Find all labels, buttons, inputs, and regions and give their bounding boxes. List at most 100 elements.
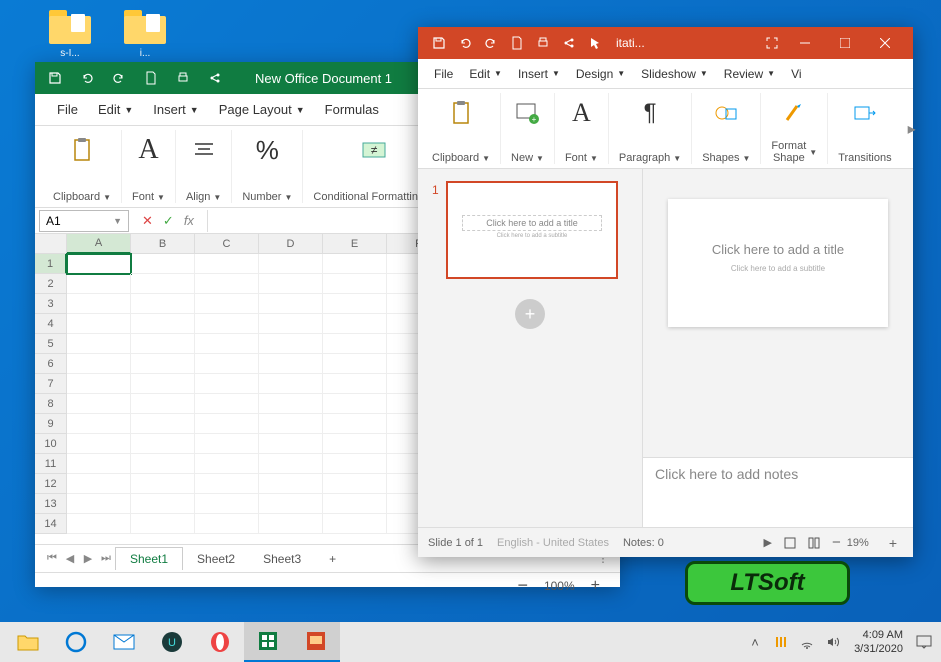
grid-cell[interactable] (323, 414, 387, 434)
menu-page-layout[interactable]: Page Layout▼ (209, 96, 315, 123)
grid-cell[interactable] (323, 454, 387, 474)
zoom-out-button[interactable]: − (832, 534, 841, 551)
zoom-out-button[interactable]: − (517, 575, 528, 596)
grid-cell[interactable] (195, 314, 259, 334)
menu-file[interactable]: File (426, 62, 461, 86)
grid-cell[interactable] (131, 414, 195, 434)
grid-cell[interactable] (259, 434, 323, 454)
grid-cell[interactable] (259, 374, 323, 394)
grid-cell[interactable] (323, 374, 387, 394)
grid-cell[interactable] (131, 474, 195, 494)
zoom-level[interactable]: 100% (544, 579, 575, 593)
select-all-corner[interactable] (35, 234, 67, 254)
grid-cell[interactable] (67, 354, 131, 374)
grid-cell[interactable] (259, 294, 323, 314)
grid-cell[interactable] (131, 454, 195, 474)
grid-cell[interactable] (67, 434, 131, 454)
canvas-title-placeholder[interactable]: Click here to add a title (684, 239, 872, 260)
sheet-nav-first[interactable]: ⏮ (43, 552, 61, 565)
zoom-in-button[interactable]: + (889, 535, 897, 551)
sheet-nav-next[interactable]: ▶ (79, 552, 97, 565)
ribbon-align[interactable]: Align▼ (176, 130, 232, 203)
cell-reference[interactable]: A1▼ (39, 210, 129, 232)
grid-cell[interactable] (195, 414, 259, 434)
grid-cell[interactable] (195, 294, 259, 314)
play-slideshow-icon[interactable]: ▶ (764, 536, 772, 549)
grid-cell[interactable] (67, 514, 131, 534)
undo-icon[interactable] (452, 30, 478, 56)
grid-cell[interactable] (195, 454, 259, 474)
grid-cell[interactable] (195, 334, 259, 354)
slide-canvas[interactable]: Click here to add a title Click here to … (668, 199, 888, 327)
row-header[interactable]: 5 (35, 334, 67, 354)
menu-edit[interactable]: Edit▼ (461, 62, 510, 86)
row-header[interactable]: 10 (35, 434, 67, 454)
grid-cell[interactable] (67, 334, 131, 354)
ribbon-paragraph[interactable]: ¶ Paragraph▼ (609, 93, 692, 164)
tray-network-icon[interactable] (796, 631, 818, 653)
canvas-subtitle-placeholder[interactable]: Click here to add a subtitle (668, 264, 888, 273)
grid-cell[interactable] (323, 434, 387, 454)
presentation-taskbar-icon[interactable] (292, 622, 340, 662)
desktop-folder-1[interactable]: s-I... (40, 10, 100, 59)
ribbon-transitions[interactable]: Transitions (828, 93, 901, 164)
sheet-nav-last[interactable]: ⏭ (97, 552, 115, 565)
menu-formulas[interactable]: Formulas (315, 96, 389, 123)
grid-cell[interactable] (131, 434, 195, 454)
print-icon[interactable] (171, 66, 195, 90)
row-header[interactable]: 6 (35, 354, 67, 374)
column-header[interactable]: D (259, 234, 323, 254)
maximize-button[interactable] (825, 27, 865, 59)
grid-cell[interactable] (131, 354, 195, 374)
column-header[interactable]: B (131, 234, 195, 254)
action-center-icon[interactable] (913, 631, 935, 653)
menu-review[interactable]: Review▼ (716, 62, 783, 86)
redo-icon[interactable] (478, 30, 504, 56)
tray-chevron-up-icon[interactable]: ˄ (744, 631, 766, 653)
column-header[interactable]: E (323, 234, 387, 254)
ribbon-font[interactable]: A Font▼ (555, 93, 609, 164)
grid-cell[interactable] (67, 274, 131, 294)
menu-design[interactable]: Design▼ (568, 62, 633, 86)
opera-icon[interactable] (196, 622, 244, 662)
share-icon[interactable] (556, 30, 582, 56)
grid-cell[interactable] (67, 414, 131, 434)
grid-cell[interactable] (323, 494, 387, 514)
accept-formula-icon[interactable]: ✓ (163, 213, 174, 229)
grid-cell[interactable] (131, 494, 195, 514)
grid-cell[interactable] (131, 514, 195, 534)
grid-cell[interactable] (195, 274, 259, 294)
row-header[interactable]: 3 (35, 294, 67, 314)
menu-slideshow[interactable]: Slideshow▼ (633, 62, 716, 86)
mail-icon[interactable] (100, 622, 148, 662)
tray-volume-icon[interactable] (822, 631, 844, 653)
row-header[interactable]: 2 (35, 274, 67, 294)
grid-cell[interactable] (259, 474, 323, 494)
add-slide-button[interactable]: + (515, 299, 545, 329)
grid-cell[interactable] (67, 294, 131, 314)
menu-file[interactable]: File (47, 96, 88, 123)
edge-browser-icon[interactable] (52, 622, 100, 662)
taskbar-clock[interactable]: 4:09 AM 3/31/2020 (846, 628, 911, 657)
menu-insert[interactable]: Insert▼ (510, 62, 568, 86)
tray-app-icon[interactable] (770, 631, 792, 653)
grid-cell[interactable] (323, 294, 387, 314)
grid-cell[interactable] (259, 334, 323, 354)
grid-cell[interactable] (323, 314, 387, 334)
sheet-tab-3[interactable]: Sheet3 (249, 548, 315, 570)
ribbon-font[interactable]: A Font▼ (122, 130, 176, 203)
column-header[interactable]: A (67, 234, 131, 254)
grid-cell[interactable] (259, 314, 323, 334)
grid-cell[interactable] (195, 494, 259, 514)
print-icon[interactable] (530, 30, 556, 56)
row-header[interactable]: 8 (35, 394, 67, 414)
grid-cell[interactable] (259, 274, 323, 294)
slide-thumbnail-1[interactable]: 1 Click here to add a title Click here t… (446, 181, 618, 279)
app-icon-circle[interactable]: U (148, 622, 196, 662)
menu-insert[interactable]: Insert▼ (143, 96, 208, 123)
ribbon-clipboard[interactable]: Clipboard▼ (422, 93, 501, 164)
language-status[interactable]: English - United States (497, 537, 609, 549)
ribbon-new[interactable]: + New▼ (501, 93, 555, 164)
file-explorer-icon[interactable] (4, 622, 52, 662)
grid-cell[interactable] (131, 274, 195, 294)
